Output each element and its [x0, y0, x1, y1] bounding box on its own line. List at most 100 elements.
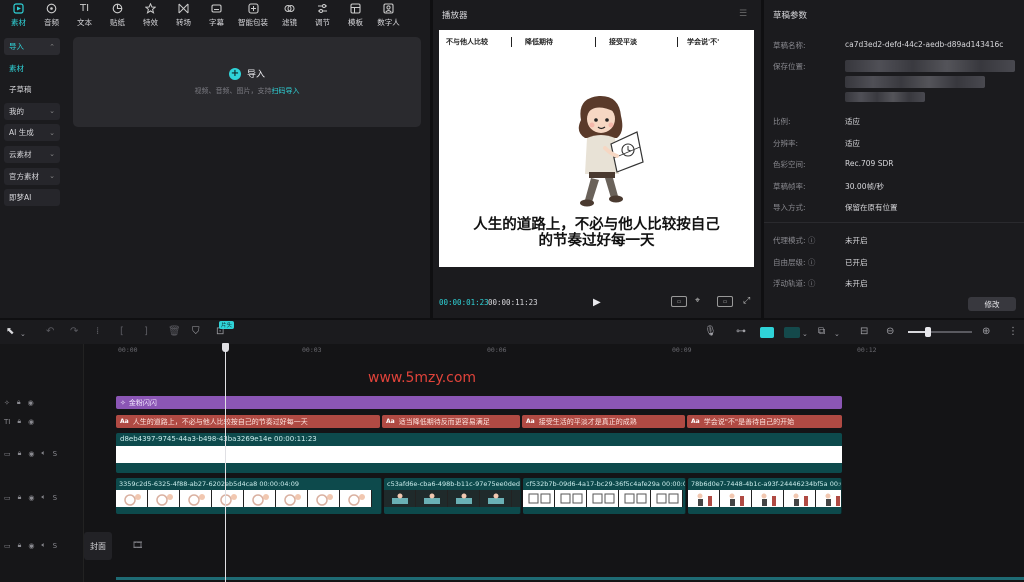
- caption-icon[interactable]: ⊟: [860, 326, 868, 338]
- nav-material[interactable]: 素材: [4, 60, 60, 77]
- save-path-blurred: [845, 92, 925, 102]
- eye-icon[interactable]: ◉: [28, 542, 34, 550]
- save-path-blurred: [845, 60, 1015, 72]
- tool-smart-pack[interactable]: 智能包装: [233, 0, 273, 30]
- track-header-video: ▭ 🔒︎ ◉ 🔈︎ S: [4, 493, 57, 502]
- nav-cloud[interactable]: 云素材 ⌄: [4, 145, 60, 163]
- tool-transition[interactable]: 转场: [167, 0, 200, 30]
- proxy-label: 代理模式: ⓘ: [773, 236, 816, 245]
- ruler-tick: 00:12: [857, 346, 877, 354]
- zoom-slider-handle[interactable]: [925, 327, 931, 337]
- nav-official[interactable]: 官方素材 ⌄: [4, 167, 60, 185]
- nav-subdraft[interactable]: 子草稿: [4, 81, 60, 98]
- redo-icon[interactable]: ↷: [70, 326, 78, 338]
- undo-icon[interactable]: ↶: [46, 326, 54, 338]
- lock-icon[interactable]: 🔒︎: [18, 449, 22, 458]
- solo-icon[interactable]: S: [53, 450, 57, 458]
- delete-icon[interactable]: 🗑: [168, 326, 181, 338]
- tool-media[interactable]: 素材: [2, 0, 35, 30]
- lock-icon[interactable]: 🔒︎: [18, 493, 22, 502]
- modify-button[interactable]: 修改: [968, 297, 1016, 311]
- nav-mine[interactable]: 我的 ⌄: [4, 102, 60, 120]
- playhead[interactable]: [225, 346, 226, 582]
- link-icon[interactable]: ⊶: [736, 326, 746, 338]
- playhead-handle[interactable]: [222, 343, 229, 352]
- scan-import-link[interactable]: 扫码导入: [272, 87, 300, 95]
- info-icon: ⓘ: [807, 236, 816, 245]
- clip-label: c53afd6e-cba6-498b-b11c-97e75ee0ded6: [387, 480, 521, 488]
- nav-import[interactable]: 导入 ⌃: [4, 38, 60, 55]
- video-clip[interactable]: 3359c2d5-6325-4f88-ab27-6202eb5d4ca8 00:…: [116, 478, 382, 514]
- nav-jimeng-ai[interactable]: 即梦AI: [4, 189, 60, 207]
- lock-icon[interactable]: 🔒︎: [17, 417, 21, 426]
- trim-left-icon[interactable]: [: [120, 326, 124, 338]
- lock-icon[interactable]: 🔒︎: [17, 398, 21, 407]
- track-header-main: ▭ 🔒︎ ◉ 🔈︎ S: [4, 541, 57, 550]
- cover-button[interactable]: 封面: [84, 532, 112, 560]
- track-header-audio: ▭ 🔒︎ ◉ 🔈︎ S: [4, 449, 57, 458]
- tool-template[interactable]: 模板: [339, 0, 372, 30]
- text-clip[interactable]: Aa 学会说"不"是善待自己的开始: [687, 415, 842, 428]
- eye-icon[interactable]: ◉: [28, 418, 34, 426]
- tool-sticker[interactable]: 贴纸: [101, 0, 134, 30]
- chevron-down-icon[interactable]: ⌄: [834, 328, 840, 340]
- menu-icon[interactable]: ☰: [739, 9, 747, 19]
- more-icon[interactable]: ⋮: [1008, 326, 1018, 338]
- video-preview[interactable]: 不与他人比较 降低期待 接受平淡 学会说'不' 人生的道路上，不必与他人比较按自…: [439, 30, 754, 267]
- float-track-value: 未开启: [845, 279, 868, 288]
- nav-ai-generate[interactable]: AI 生成 ⌄: [4, 124, 60, 142]
- eye-icon[interactable]: ◉: [28, 494, 34, 502]
- snap-icon[interactable]: ⧉: [818, 326, 825, 338]
- fullscreen-preview-icon[interactable]: ▭: [671, 296, 687, 307]
- text-icon: TI: [4, 417, 11, 426]
- zoom-out-icon[interactable]: ⊖: [886, 326, 894, 338]
- split-icon[interactable]: ⁞: [96, 326, 99, 338]
- text-clip[interactable]: Aa 适当降低期待反而更容易满足: [382, 415, 520, 428]
- focus-icon[interactable]: ⌖: [695, 296, 707, 307]
- chevron-down-icon: ⌄: [49, 128, 55, 137]
- video-clip[interactable]: 78b6d0e7-7448-4b1c-a93f-24446234bf5a 00:…: [688, 478, 842, 514]
- tool-text[interactable]: TI 文本: [68, 0, 101, 30]
- tool-avatar[interactable]: 数字人: [372, 0, 405, 30]
- expand-icon[interactable]: ⤢: [743, 296, 750, 306]
- thumbnail: [276, 490, 308, 507]
- text-clip[interactable]: Aa 人生的道路上，不必与他人比较按自己的节奏过好每一天: [116, 415, 380, 428]
- text-clip[interactable]: Aa 接受生活的平淡才是真正的成熟: [522, 415, 685, 428]
- video-clip[interactable]: cf532b7b-09d6-4a17-bc29-36f5c4afe29a 00:…: [523, 478, 686, 514]
- tool-adjust[interactable]: 调节: [306, 0, 339, 30]
- main-track-clip[interactable]: [116, 577, 1024, 580]
- speaker-icon[interactable]: 🔈︎: [41, 541, 45, 550]
- microphone-icon[interactable]: 🎙: [704, 326, 717, 338]
- speaker-icon[interactable]: 🔈︎: [41, 449, 45, 458]
- solo-icon[interactable]: S: [53, 542, 57, 550]
- tool-captions[interactable]: 字幕: [200, 0, 233, 30]
- chevron-down-icon[interactable]: ⌄: [802, 328, 808, 340]
- tool-audio[interactable]: 音频: [35, 0, 68, 30]
- ruler-tick: 00:00: [118, 346, 138, 354]
- video-clip[interactable]: c53afd6e-cba6-498b-b11c-97e75ee0ded6: [384, 478, 521, 514]
- cursor-icon[interactable]: ⬉: [6, 326, 14, 338]
- trim-right-icon[interactable]: ]: [144, 326, 148, 338]
- magnet-icon[interactable]: [760, 327, 774, 338]
- import-dropzone[interactable]: + 导入 视频、音频、图片，支持扫码导入: [73, 37, 421, 127]
- chevron-down-icon: ⌄: [49, 150, 55, 159]
- zoom-in-icon[interactable]: ⊕: [982, 326, 990, 338]
- play-icon[interactable]: ▶: [593, 297, 601, 308]
- preview-axis-icon[interactable]: [784, 327, 800, 338]
- shield-icon[interactable]: ⛉: [192, 326, 200, 338]
- import-button[interactable]: + 导入: [73, 67, 421, 80]
- tool-filter[interactable]: 滤镜: [273, 0, 306, 30]
- lock-icon[interactable]: 🔒︎: [18, 541, 22, 550]
- proxy-value: 未开启: [845, 236, 868, 245]
- solo-icon[interactable]: S: [53, 494, 57, 502]
- zoom-slider[interactable]: [908, 327, 972, 337]
- eye-icon[interactable]: ◉: [28, 450, 34, 458]
- ratio-icon[interactable]: ▭: [717, 296, 733, 307]
- eye-icon[interactable]: ◉: [28, 399, 34, 407]
- speaker-icon[interactable]: 🔈︎: [41, 493, 45, 502]
- thumbnail: [523, 490, 555, 507]
- tool-effects[interactable]: 特效: [134, 0, 167, 30]
- clip-thumbnails: [384, 490, 520, 507]
- chevron-down-icon[interactable]: ⌄: [20, 328, 26, 340]
- ruler-tick: 00:03: [302, 346, 322, 354]
